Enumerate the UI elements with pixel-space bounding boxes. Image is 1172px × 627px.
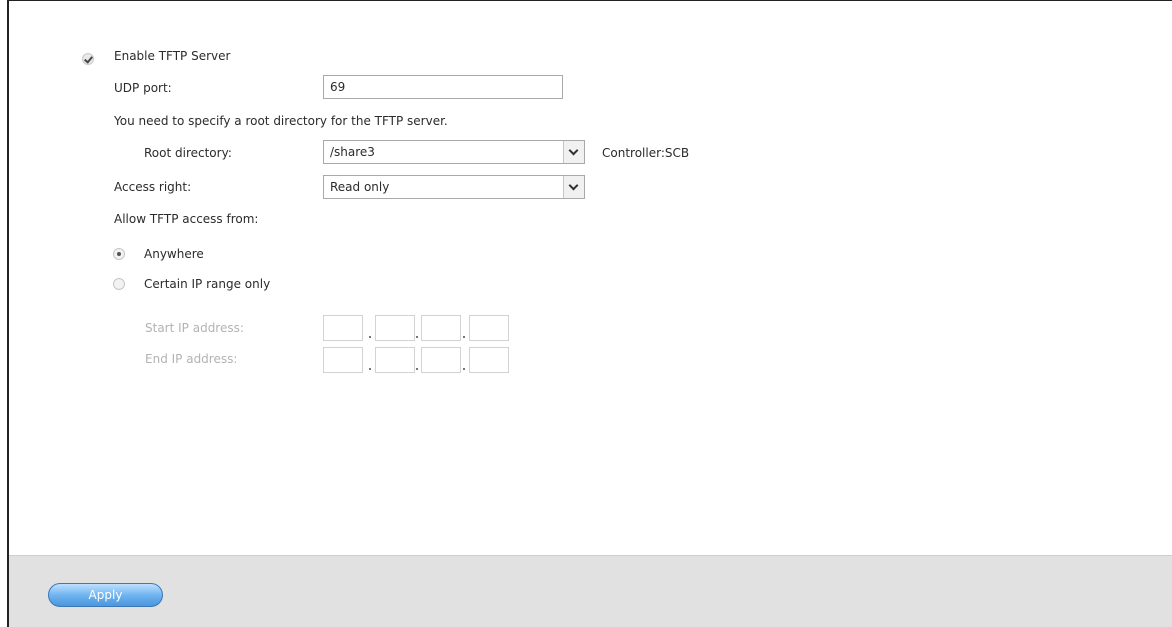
start-ip-octet-1[interactable] [323, 315, 363, 341]
enable-tftp-label: Enable TFTP Server [114, 49, 231, 63]
ip-dot [416, 368, 418, 370]
end-ip-octet-3[interactable] [421, 347, 461, 373]
start-ip-octet-4[interactable] [469, 315, 509, 341]
end-ip-octet-2[interactable] [375, 347, 415, 373]
ip-range-radio[interactable] [113, 278, 125, 290]
start-ip-octet-2[interactable] [375, 315, 415, 341]
ip-dot [369, 368, 371, 370]
root-directory-label: Root directory: [144, 146, 232, 160]
root-directory-select[interactable]: /share3 [323, 140, 585, 164]
allow-access-from-label: Allow TFTP access from: [114, 212, 259, 226]
ip-range-label: Certain IP range only [144, 277, 271, 291]
start-ip-octet-3[interactable] [421, 315, 461, 341]
ip-dot [463, 336, 465, 338]
enable-tftp-checkbox[interactable] [82, 53, 94, 65]
access-right-value: Read only [330, 180, 390, 194]
anywhere-label: Anywhere [144, 247, 204, 261]
udp-port-input[interactable]: 69 [323, 75, 563, 99]
root-directory-hint: You need to specify a root directory for… [114, 114, 448, 128]
access-right-label: Access right: [114, 180, 192, 194]
chevron-down-icon[interactable] [563, 141, 584, 163]
root-directory-value: /share3 [330, 145, 375, 159]
end-ip-octet-4[interactable] [469, 347, 509, 373]
settings-panel [7, 0, 1172, 627]
ip-dot [369, 336, 371, 338]
start-ip-label: Start IP address: [145, 321, 244, 335]
udp-port-label: UDP port: [114, 81, 172, 95]
footer-bar: Apply [9, 555, 1172, 627]
end-ip-octet-1[interactable] [323, 347, 363, 373]
access-right-select[interactable]: Read only [323, 175, 585, 199]
chevron-down-icon[interactable] [563, 176, 584, 198]
apply-button[interactable]: Apply [48, 583, 163, 607]
ip-dot [416, 336, 418, 338]
end-ip-label: End IP address: [145, 352, 238, 366]
controller-label: Controller:SCB [602, 146, 690, 160]
ip-dot [463, 368, 465, 370]
anywhere-radio[interactable] [113, 248, 125, 260]
